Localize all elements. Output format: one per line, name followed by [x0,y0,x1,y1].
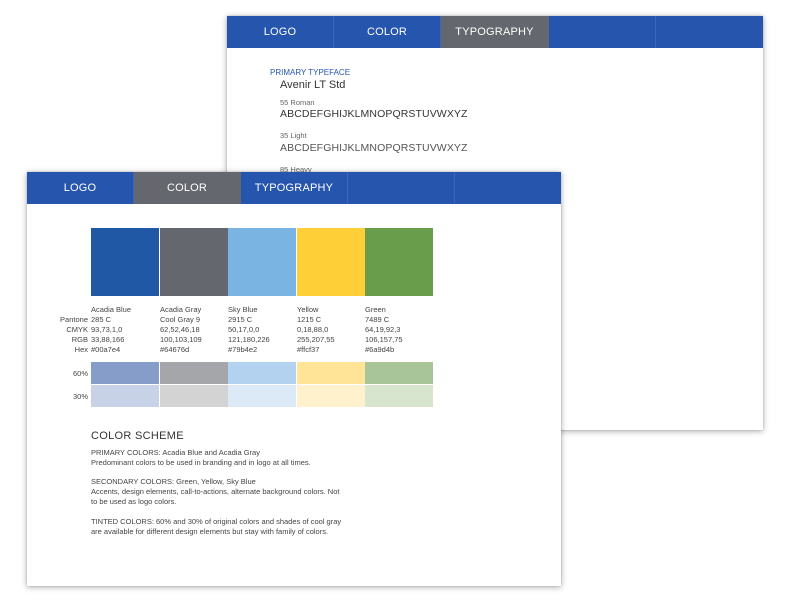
color-scheme-heading: COLOR SCHEME [91,430,184,442]
pantone-value: 285 C [91,315,112,324]
rgb-value: 255,207,55 [297,335,335,344]
tab-logo[interactable]: LOGO [27,172,134,204]
color-page: LOGO COLOR TYPOGRAPHY Pantone CMYK RGB H… [27,172,561,586]
tint-30-yellow [297,385,365,407]
color-name: Acadia Gray [160,305,202,314]
note-line: SECONDARY COLORS: Green, Yellow, Sky Blu… [91,477,256,486]
secondary-colors-note: SECONDARY COLORS: Green, Yellow, Sky Blu… [91,477,391,507]
row-label-30-percent: 30% [72,392,88,401]
tint-60-sky-blue [228,362,296,384]
tint-60-acadia-blue [91,362,159,384]
hex-value: #79b4e2 [228,345,258,354]
pantone-value: Cool Gray 9 [160,315,201,324]
weight-name-light: 35 Light [280,131,307,140]
swatch-sky-blue [228,228,296,296]
top-navigation: LOGO COLOR TYPOGRAPHY [27,172,561,204]
tint-60-yellow [297,362,365,384]
note-line: PRIMARY COLORS: Acadia Blue and Acadia G… [91,448,260,457]
rgb-value: 33,88,166 [91,335,125,344]
color-name: Yellow [297,305,319,314]
tint-30-green [365,385,433,407]
tab-empty-5[interactable] [455,172,561,204]
cmyk-value: 0,18,88,0 [297,325,329,334]
tint-30-acadia-gray [160,385,228,407]
pantone-value: 2915 C [228,315,253,324]
pantone-value: 1215 C [297,315,322,324]
swatch-acadia-blue [91,228,159,296]
row-label-rgb: RGB [71,335,88,344]
cmyk-value: 50,17,0,0 [228,325,260,334]
alphabet-sample-roman: ABCDEFGHIJKLMNOPQRSTUVWXYZ [280,108,468,120]
tab-color[interactable]: COLOR [134,172,241,204]
note-line: Predominant colors to be used in brandin… [91,458,311,467]
swatch-yellow [297,228,365,296]
note-line: Accents, design elements, call-to-action… [91,487,340,496]
tab-color[interactable]: COLOR [334,16,441,48]
alphabet-sample-light: ABCDEFGHIJKLMNOPQRSTUVWXYZ [280,142,468,154]
swatch-green [365,228,433,296]
row-label-hex: Hex [74,345,88,354]
primary-colors-note: PRIMARY COLORS: Acadia Blue and Acadia G… [91,448,391,468]
top-navigation: LOGO COLOR TYPOGRAPHY [227,16,763,48]
rgb-value: 106,157,75 [365,335,403,344]
cmyk-value: 62,52,46,18 [160,325,200,334]
color-name: Acadia Blue [91,305,132,314]
color-name: Green [365,305,386,314]
tab-empty-5[interactable] [656,16,763,48]
note-line: TINTED COLORS: 60% and 30% of original c… [91,517,342,526]
tab-empty-4[interactable] [348,172,455,204]
typeface-family-name: Avenir LT Std [280,79,346,91]
hex-value: #00a7e4 [91,345,121,354]
tab-typography[interactable]: TYPOGRAPHY [241,172,348,204]
tint-30-sky-blue [228,385,296,407]
pantone-value: 7489 C [365,315,390,324]
rgb-value: 121,180,226 [228,335,270,344]
row-label-60-percent: 60% [72,369,88,378]
hex-value: #64676d [160,345,190,354]
tinted-colors-note: TINTED COLORS: 60% and 30% of original c… [91,517,391,537]
hex-value: #6a9d4b [365,345,395,354]
tab-logo[interactable]: LOGO [227,16,334,48]
row-label-cmyk: CMYK [66,325,88,334]
tab-typography[interactable]: TYPOGRAPHY [441,16,549,48]
cmyk-value: 64,19,92,3 [365,325,401,334]
note-line: are available for different design eleme… [91,527,329,536]
rgb-value: 100,103,109 [160,335,202,344]
hex-value: #ffcf37 [297,345,320,354]
cmyk-value: 93,73,1,0 [91,325,123,334]
color-name: Sky Blue [228,305,258,314]
row-label-pantone: Pantone [60,315,88,324]
tint-60-green [365,362,433,384]
tab-empty-4[interactable] [549,16,656,48]
tint-30-acadia-blue [91,385,159,407]
swatch-acadia-gray [160,228,228,296]
tint-60-acadia-gray [160,362,228,384]
weight-name-roman: 55 Roman [280,98,315,107]
primary-typeface-label: PRIMARY TYPEFACE [270,68,351,77]
note-line: to be used as logo colors. [91,497,177,506]
